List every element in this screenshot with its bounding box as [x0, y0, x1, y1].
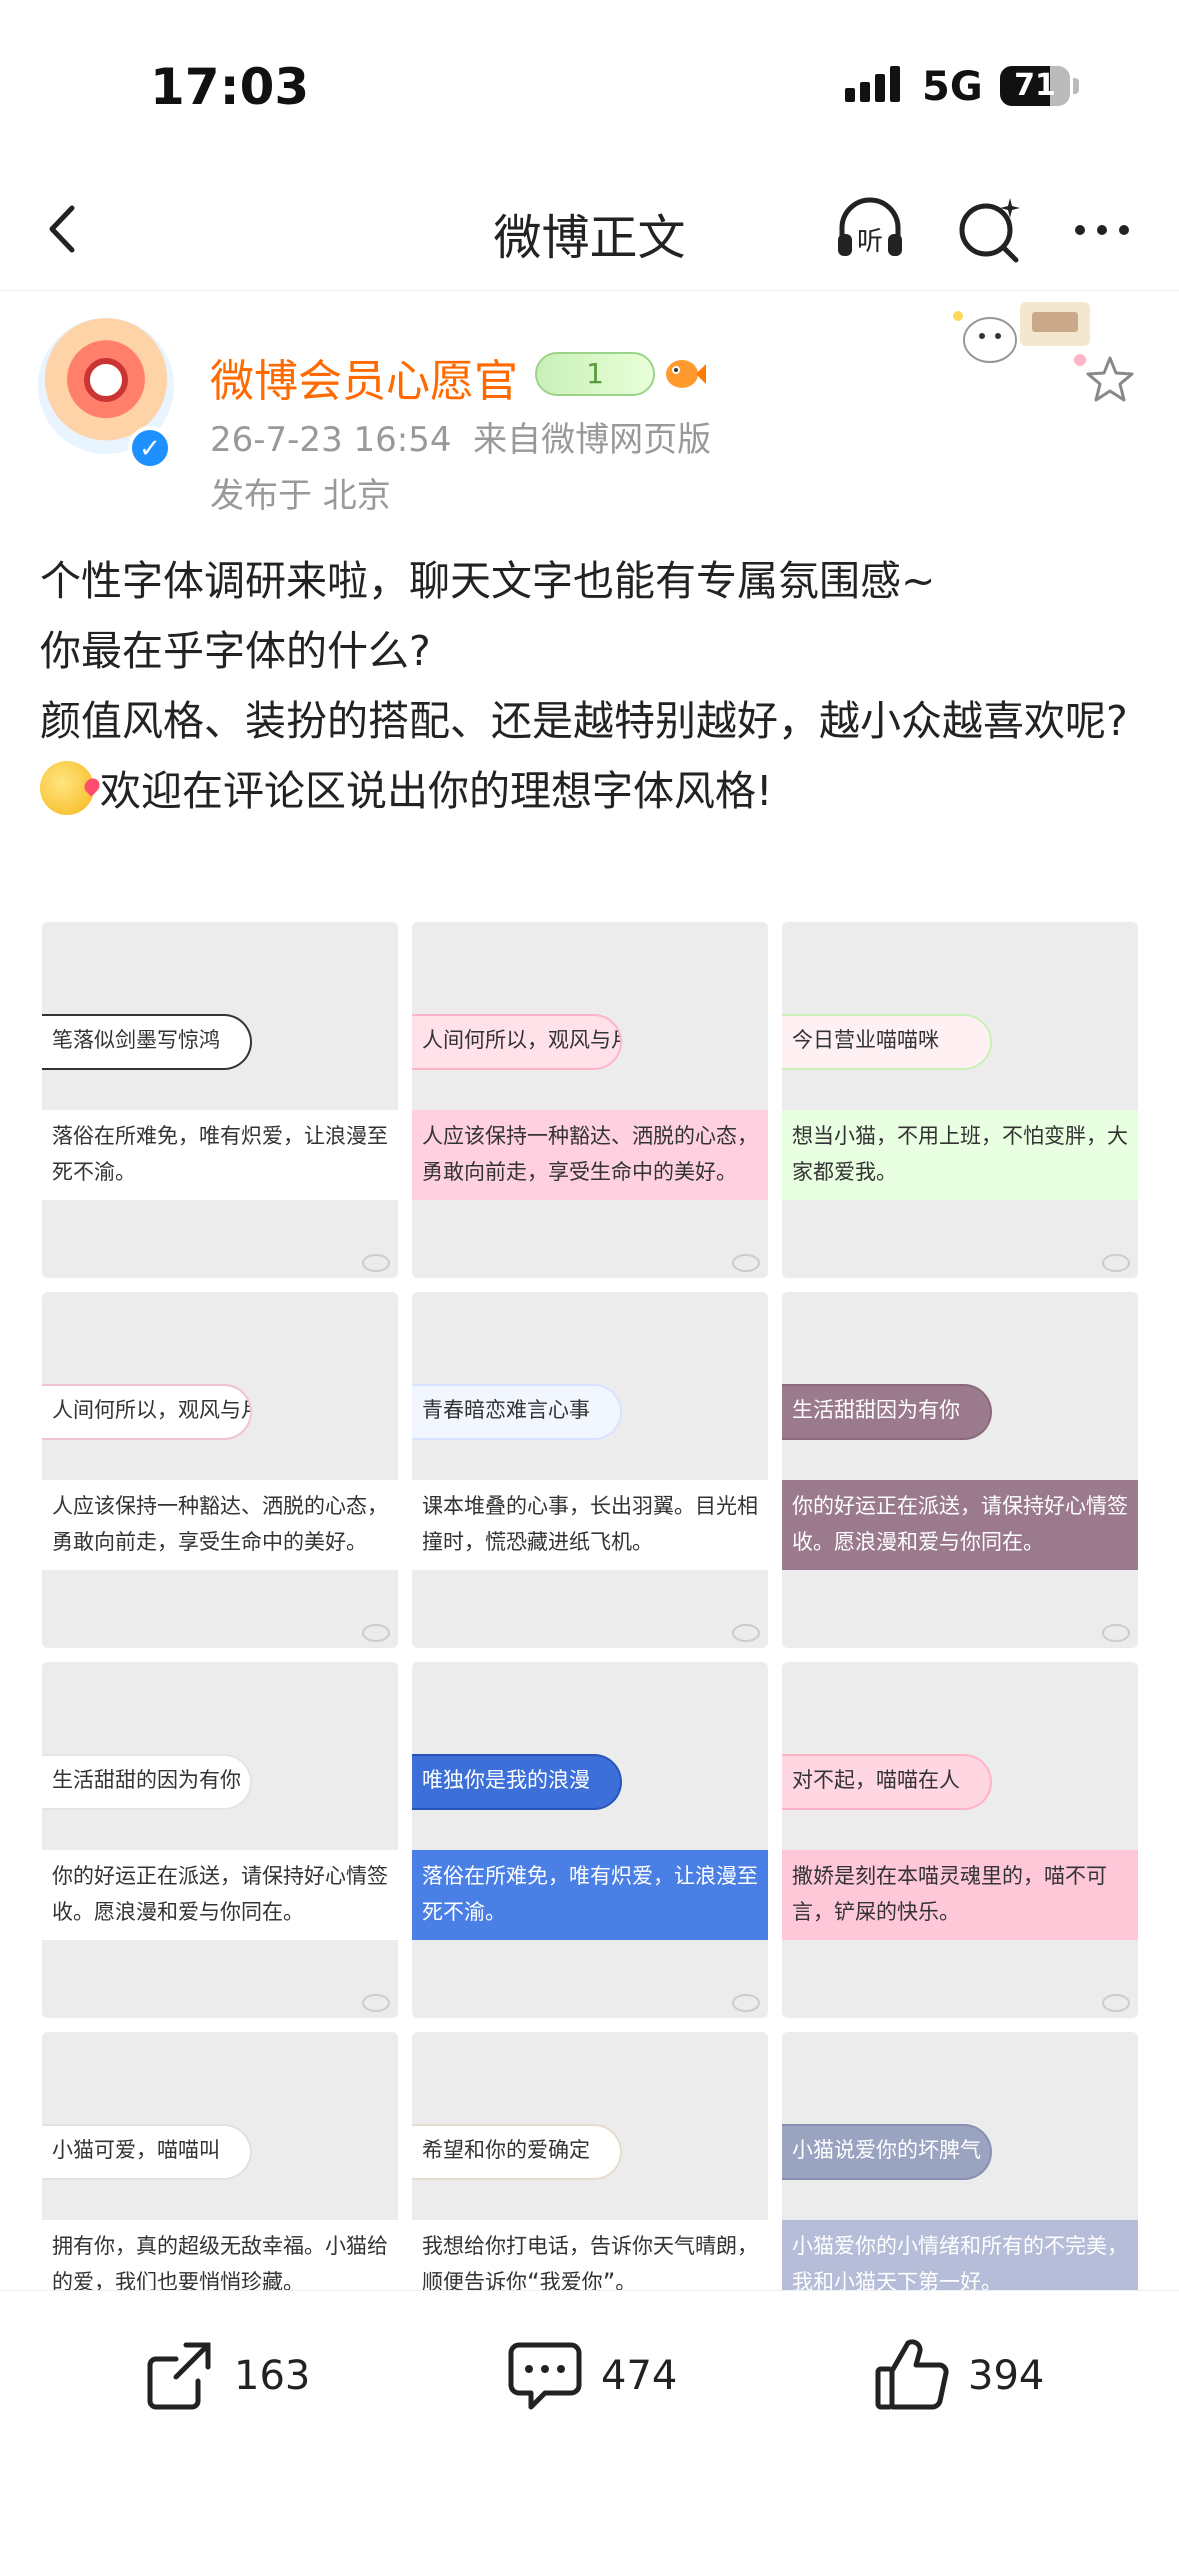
post-text-line-text: 欢迎在评论区说出你的理想字体风格!	[100, 767, 773, 815]
font-sample-title: 小猫说爱你的坏脾气	[782, 2124, 992, 2180]
weibo-watermark-icon	[732, 1994, 760, 2012]
font-sample-image[interactable]: 生活甜甜因为有你你的好运正在派送，请保持好心情签收。愿浪漫和爱与你同在。	[782, 1292, 1138, 1648]
fish-badge-icon[interactable]	[660, 352, 706, 396]
weibo-watermark-icon	[1102, 1254, 1130, 1272]
font-sample-title: 笔落似剑墨写惊鸿	[42, 1014, 252, 1070]
font-sample-image[interactable]: 人间何所以，观风与月舒人应该保持一种豁达、洒脱的心态，勇敢向前走，享受生命中的美…	[412, 922, 768, 1278]
font-sample-image[interactable]: 人间何所以，观风与月舒人应该保持一种豁达、洒脱的心态，勇敢向前走，享受生命中的美…	[42, 1292, 398, 1648]
battery-icon: 71	[1000, 66, 1070, 106]
font-sample-title: 对不起，喵喵在人	[782, 1754, 992, 1810]
nav-bar: 微博正文 听	[0, 170, 1179, 291]
font-sample-body: 撒娇是刻在本喵灵魂里的，喵不可言，铲屎的快乐。	[782, 1850, 1138, 1940]
font-sample-body: 人应该保持一种豁达、洒脱的心态，勇敢向前走，享受生命中的美好。	[42, 1480, 398, 1570]
thumbs-up-icon	[875, 2339, 949, 2410]
font-sample-image[interactable]: 青春暗恋难言心事课本堆叠的心事，长出羽翼。目光相撞时，慌恐藏进纸飞机。	[412, 1292, 768, 1648]
status-time: 17:03	[150, 58, 310, 116]
font-sample-body: 人应该保持一种豁达、洒脱的心态，勇敢向前走，享受生命中的美好。	[412, 1110, 768, 1200]
member-level-badge[interactable]: 1	[535, 352, 655, 396]
font-sample-body: 课本堆叠的心事，长出羽翼。目光相撞时，慌恐藏进纸飞机。	[412, 1480, 768, 1570]
bottom-action-bar: 163 474 394	[0, 2290, 1179, 2557]
comment-icon	[508, 2342, 582, 2410]
font-sample-body: 落俗在所难免，唯有炽爱，让浪漫至死不渝。	[412, 1850, 768, 1940]
font-sample-body: 你的好运正在派送，请保持好心情签收。愿浪漫和爱与你同在。	[42, 1850, 398, 1940]
font-sample-title: 今日营业喵喵咪	[782, 1014, 992, 1070]
post-text-line: 你最在乎字体的什么?	[40, 627, 431, 675]
font-sample-title: 人间何所以，观风与月舒	[412, 1014, 622, 1070]
weibo-watermark-icon	[732, 1624, 760, 1642]
decorative-sticker-icon	[953, 302, 1090, 366]
weibo-watermark-icon	[1102, 1624, 1130, 1642]
weibo-watermark-icon	[362, 1994, 390, 2012]
username[interactable]: 微博会员心愿官	[210, 345, 518, 409]
post-source: 来自微博网页版	[473, 420, 712, 460]
avatar-eye-icon	[84, 358, 128, 402]
comment-count: 474	[601, 2353, 678, 2399]
more-icon[interactable]	[1062, 190, 1142, 270]
battery-tip	[1073, 78, 1079, 94]
font-sample-title: 小猫可爱，喵喵叫	[42, 2124, 252, 2180]
search-icon[interactable]	[950, 190, 1030, 270]
listen-label: 听	[857, 227, 883, 257]
network-type: 5G	[922, 64, 983, 110]
listen-headphones-icon[interactable]: 听	[830, 190, 910, 270]
post-text-line: 欢迎在评论区说出你的理想字体风格!	[40, 756, 1150, 826]
font-sample-title: 青春暗恋难言心事	[412, 1384, 622, 1440]
like-count: 394	[968, 2353, 1045, 2399]
post-text-line: 个性字体调研来啦，聊天文字也能有专属氛围感~	[40, 557, 936, 605]
font-sample-body: 你的好运正在派送，请保持好心情签收。愿浪漫和爱与你同在。	[782, 1480, 1138, 1570]
status-bar: 17:03 5G 71	[0, 0, 1179, 170]
post-content: 个性字体调研来啦，聊天文字也能有专属氛围感~ 你最在乎字体的什么? 颜值风格、装…	[40, 546, 1150, 826]
share-icon	[147, 2342, 211, 2410]
post-timestamp: 26-7-23 16:54	[210, 420, 452, 460]
font-sample-title: 唯独你是我的浪漫	[412, 1754, 622, 1810]
weibo-watermark-icon	[362, 1254, 390, 1272]
weibo-watermark-icon	[1102, 1994, 1130, 2012]
font-sample-image[interactable]: 生活甜甜的因为有你你的好运正在派送，请保持好心情签收。愿浪漫和爱与你同在。	[42, 1662, 398, 2018]
weibo-watermark-icon	[732, 1254, 760, 1272]
post-text-line: 颜值风格、装扮的搭配、还是越特别越好，越小众越喜欢呢?	[40, 697, 1128, 745]
font-sample-title: 人间何所以，观风与月舒	[42, 1384, 252, 1440]
battery-level: 71	[1014, 68, 1056, 103]
weibo-watermark-icon	[362, 1624, 390, 1642]
font-sample-title: 生活甜甜因为有你	[782, 1384, 992, 1440]
font-sample-image[interactable]: 对不起，喵喵在人撒娇是刻在本喵灵魂里的，喵不可言，铲屎的快乐。	[782, 1662, 1138, 2018]
font-sample-image[interactable]: 唯独你是我的浪漫落俗在所难免，唯有炽爱，让浪漫至死不渝。	[412, 1662, 768, 2018]
cellular-signal-icon	[845, 66, 905, 102]
font-sample-image[interactable]: 笔落似剑墨写惊鸿落俗在所难免，唯有炽爱，让浪漫至死不渝。	[42, 922, 398, 1278]
blushing-emoji-icon	[40, 761, 94, 815]
verified-badge-icon: ✓	[128, 426, 172, 470]
font-sample-image[interactable]: 今日营业喵喵咪想当小猫，不用上班，不怕变胖，大家都爱我。	[782, 922, 1138, 1278]
favorite-star-icon[interactable]	[1082, 352, 1138, 408]
share-count: 163	[234, 2353, 311, 2399]
font-sample-body: 落俗在所难免，唯有炽爱，让浪漫至死不渝。	[42, 1110, 398, 1200]
font-sample-body: 想当小猫，不用上班，不怕变胖，大家都爱我。	[782, 1110, 1138, 1200]
post-location: 发布于 北京	[210, 476, 391, 516]
post-meta: 26-7-23 16:54 来自微博网页版	[210, 412, 711, 461]
font-sample-title: 希望和你的爱确定	[412, 2124, 622, 2180]
font-sample-title: 生活甜甜的因为有你	[42, 1754, 252, 1810]
